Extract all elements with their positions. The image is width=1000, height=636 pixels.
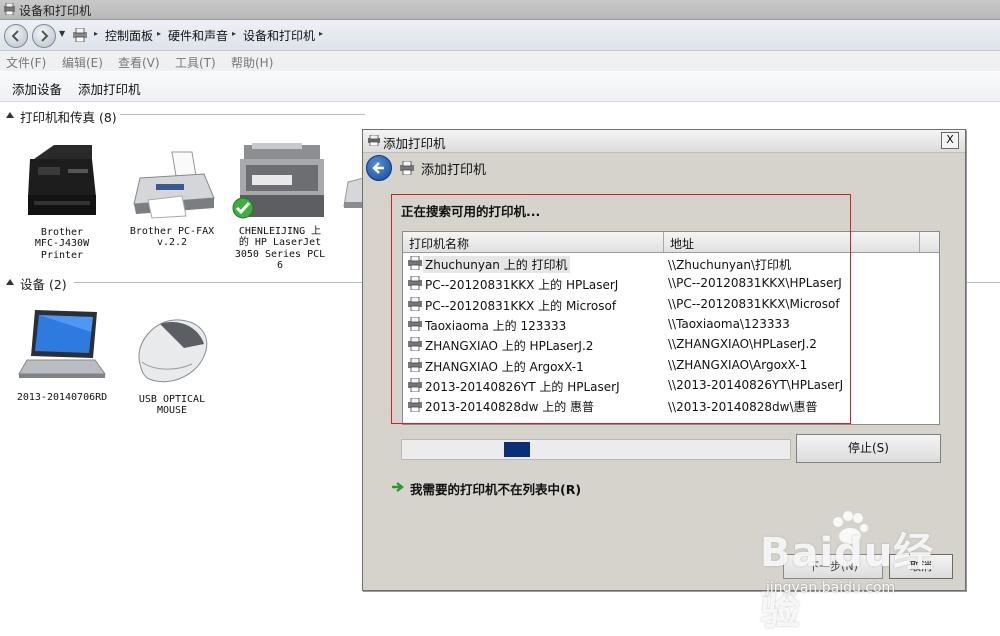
breadcrumb-control-panel[interactable]: 控制面板 xyxy=(105,27,153,44)
device-usb-mouse[interactable]: USB OPTICAL MOUSE xyxy=(122,314,222,417)
search-progress-bar xyxy=(401,439,791,460)
device-label-line: 2013-20140706RD xyxy=(16,391,108,403)
breadcrumb-devices-printers[interactable]: 设备和打印机 xyxy=(243,27,315,44)
laptop-icon xyxy=(18,310,106,378)
menu-help[interactable]: 帮助(H) xyxy=(231,54,273,71)
device-label-line: Printer xyxy=(40,249,84,261)
history-dropdown-icon[interactable]: ▼ xyxy=(59,29,65,38)
printer-icon xyxy=(400,161,414,175)
device-label-line: v.2.2 xyxy=(156,237,188,248)
device-label-line: CHENLEIJING 上 xyxy=(238,225,322,237)
device-label-line: Brother PC-FAX xyxy=(129,225,215,237)
device-label-line: Brother xyxy=(40,226,84,238)
command-bar: 添加设备 添加打印机 xyxy=(0,71,1000,102)
group-divider xyxy=(120,114,365,115)
group-divider xyxy=(964,282,1000,283)
breadcrumb-arrow-icon[interactable]: ▸ xyxy=(157,29,161,38)
highlight-annotation-box xyxy=(391,194,851,424)
back-button[interactable] xyxy=(4,24,28,48)
window-title: 设备和打印机 xyxy=(19,4,92,18)
printer-not-listed-link[interactable]: 我需要的打印机不在列表中(R) xyxy=(392,479,582,498)
device-label-line: 的 HP LaserJet xyxy=(238,237,322,248)
add-printer-button[interactable]: 添加打印机 xyxy=(78,79,141,98)
progress-fill xyxy=(504,442,530,457)
address-bar: ▼ ▸ 控制面板 ▸ 硬件和声音 ▸ 设备和打印机 ▸ xyxy=(0,20,1000,51)
mouse-icon xyxy=(138,319,208,383)
column-separator[interactable] xyxy=(919,232,920,252)
wizard-back-button[interactable] xyxy=(366,155,392,181)
forward-button[interactable] xyxy=(32,24,56,48)
dialog-title: 添加打印机 xyxy=(383,136,446,151)
device-brother-mfc[interactable]: Brother MFC-J430W Printer xyxy=(12,137,112,261)
menu-tools[interactable]: 工具(T) xyxy=(175,54,216,71)
collapse-triangle-icon xyxy=(6,279,14,285)
group-header-printers[interactable]: 打印机和传真 (8) xyxy=(0,107,400,125)
arrow-left-icon xyxy=(11,30,19,42)
menu-edit[interactable]: 编辑(E) xyxy=(62,54,103,71)
device-laptop[interactable]: 2013-20140706RD xyxy=(12,306,112,403)
wizard-header-title: 添加打印机 xyxy=(421,163,487,178)
breadcrumb-arrow-icon[interactable]: ▸ xyxy=(94,29,98,38)
device-label-line: USB OPTICAL xyxy=(138,393,206,405)
dialog-close-button[interactable]: X xyxy=(941,132,959,149)
printer-icon xyxy=(368,135,380,146)
multifunction-printer-icon xyxy=(28,145,96,215)
group-label-devices: 设备 (2) xyxy=(20,277,67,292)
device-label-line: MOUSE xyxy=(156,405,188,416)
breadcrumb-arrow-icon[interactable]: ▸ xyxy=(232,29,236,38)
control-panel-icon xyxy=(73,28,87,42)
device-hp-laserjet[interactable]: CHENLEIJING 上 的 HP LaserJet 3050 Series … xyxy=(230,141,330,272)
menu-view[interactable]: 查看(V) xyxy=(118,54,160,71)
partial-printer-icon[interactable] xyxy=(342,176,364,212)
collapse-triangle-icon xyxy=(6,112,14,118)
watermark-text: Baidu经验 xyxy=(760,530,935,634)
menu-bar: 文件(F) 编辑(E) 查看(V) 工具(T) 帮助(H) xyxy=(0,51,1000,71)
device-label-line: 3050 Series PCL xyxy=(234,248,326,260)
group-divider xyxy=(74,282,364,283)
device-brother-pcfax[interactable]: Brother PC-FAX v.2.2 xyxy=(122,148,222,249)
dialog-titlebar: 添加打印机 X xyxy=(363,130,965,153)
window-titlebar: 设备和打印机 xyxy=(0,0,1000,20)
menu-file[interactable]: 文件(F) xyxy=(6,54,46,71)
baidu-watermark: Baidu经验 jingyan.baidu.com xyxy=(760,510,960,634)
devices-printers-icon xyxy=(4,3,15,15)
stop-button[interactable]: 停止(S) xyxy=(796,434,941,463)
arrow-left-icon xyxy=(372,162,384,174)
device-label-line: 6 xyxy=(276,260,284,271)
breadcrumb-hardware-sound[interactable]: 硬件和声音 xyxy=(168,27,228,44)
fax-printer-icon xyxy=(133,151,215,219)
printer-not-listed-label: 我需要的打印机不在列表中(R) xyxy=(410,482,582,497)
wizard-header: 添加打印机 xyxy=(363,153,965,183)
group-label-printers: 打印机和传真 (8) xyxy=(20,110,117,125)
arrow-right-icon xyxy=(41,30,49,42)
device-label-line: MFC-J430W xyxy=(34,238,90,249)
watermark-url: jingyan.baidu.com xyxy=(766,580,896,596)
green-arrow-icon xyxy=(392,482,404,492)
add-device-button[interactable]: 添加设备 xyxy=(12,79,62,98)
close-icon: X xyxy=(946,133,954,146)
default-printer-check-icon xyxy=(232,197,254,219)
breadcrumb-arrow-icon[interactable]: ▸ xyxy=(319,29,323,38)
